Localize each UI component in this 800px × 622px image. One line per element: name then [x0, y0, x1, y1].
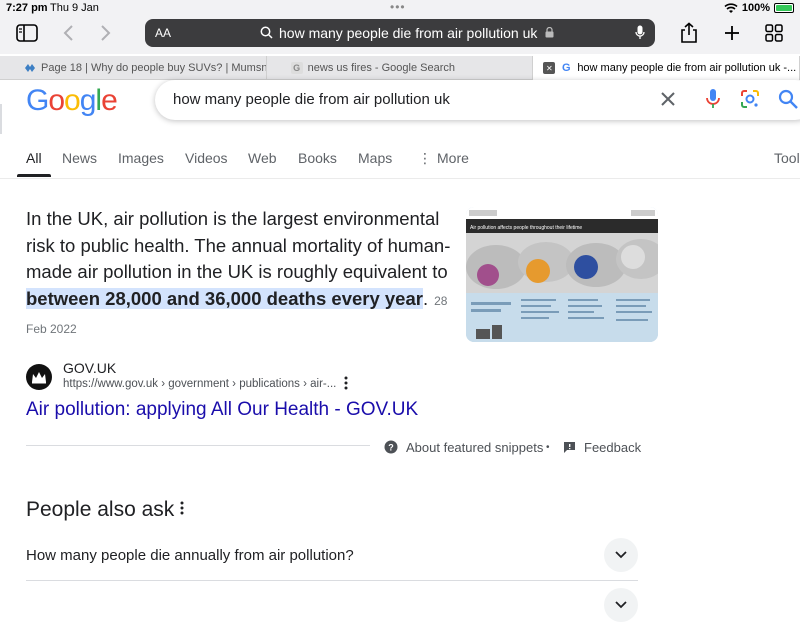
google-lens-icon[interactable]	[739, 88, 761, 115]
svg-text:?: ?	[388, 443, 394, 453]
help-icon: ?	[384, 440, 398, 454]
status-bar: 7:27 pm Thu 9 Jan ••• 100%	[0, 0, 800, 16]
new-tab-icon[interactable]	[723, 16, 741, 50]
google-favicon-icon: G	[562, 62, 571, 74]
paa-options-icon[interactable]	[180, 501, 184, 520]
result-source[interactable]: GOV.UK https://www.gov.uk › government ›…	[26, 360, 446, 396]
source-name: GOV.UK	[63, 360, 117, 376]
browser-toolbar: AA how many people die from air pollutio…	[0, 16, 800, 54]
voice-search-icon[interactable]	[705, 88, 721, 115]
google-logo-letter: G	[26, 84, 49, 117]
search-nav: All News Images Videos Web Books Maps ⋮ M…	[0, 146, 800, 179]
about-featured-snippets[interactable]: ? About featured snippets	[384, 438, 543, 456]
chevron-down-icon[interactable]	[604, 538, 638, 572]
snippet-divider	[26, 445, 370, 446]
back-icon[interactable]	[62, 16, 74, 50]
nav-tools[interactable]: Tool	[774, 150, 800, 166]
more-dots-icon: ⋮	[418, 150, 432, 166]
forward-icon[interactable]	[100, 16, 112, 50]
feedback-icon	[564, 441, 575, 453]
tab-bar: Page 18 | Why do people buy SUVs? | Mums…	[0, 56, 800, 80]
search-input[interactable]: how many people die from air pollution u…	[173, 91, 450, 108]
tab-current[interactable]: ✕ G how many people die from air polluti…	[533, 56, 800, 80]
status-date: Thu 9 Jan	[50, 2, 99, 14]
google-favicon-icon: G	[290, 62, 303, 74]
nav-maps[interactable]: Maps	[358, 150, 392, 166]
google-logo-letter: e	[101, 84, 118, 117]
tab-mumsnet[interactable]: Page 18 | Why do people buy SUVs? | Mums…	[0, 56, 267, 80]
google-header: Google how many people die from air poll…	[0, 80, 800, 136]
wifi-icon	[724, 2, 738, 13]
source-url: https://www.gov.uk › government › public…	[63, 378, 337, 390]
page-edge-divider	[0, 104, 2, 134]
nav-images[interactable]: Images	[118, 150, 164, 166]
multitasking-dots-icon[interactable]: •••	[390, 0, 406, 14]
nav-active-indicator	[17, 174, 51, 177]
result-options-icon[interactable]	[344, 376, 348, 395]
tab-news-us-fires[interactable]: G news us fires - Google Search	[267, 56, 534, 80]
nav-news[interactable]: News	[62, 150, 97, 166]
status-time: 7:27 pm	[6, 2, 48, 14]
nav-videos[interactable]: Videos	[185, 150, 228, 166]
paa-divider	[26, 580, 638, 581]
gov-uk-crown-icon	[26, 364, 52, 390]
tab-overview-icon[interactable]	[764, 16, 784, 50]
search-submit-icon[interactable]	[777, 88, 799, 115]
paa-question-1[interactable]: How many people die annually from air po…	[26, 547, 354, 564]
battery-percent: 100%	[741, 2, 770, 14]
search-icon	[260, 26, 273, 44]
reader-aa-button[interactable]: AA	[155, 26, 171, 40]
google-logo-letter: o	[48, 84, 65, 117]
search-box[interactable]: how many people die from air pollution u…	[155, 80, 800, 120]
feedback-button[interactable]: Feedback	[563, 438, 641, 456]
snippet-highlight: between 28,000 and 36,000 deaths every y…	[26, 287, 423, 309]
result-title-link[interactable]: Air pollution: applying All Our Health -…	[26, 399, 418, 421]
google-logo-letter: g	[79, 84, 97, 117]
microphone-icon[interactable]	[635, 25, 645, 46]
chevron-down-icon[interactable]	[604, 588, 638, 622]
sidebar-icon[interactable]	[16, 16, 38, 50]
status-right: 100%	[724, 2, 794, 14]
google-logo[interactable]: Google	[26, 84, 118, 118]
address-bar[interactable]: AA how many people die from air pollutio…	[145, 19, 655, 47]
nav-all[interactable]: All	[26, 150, 42, 166]
thumbnail-title: Air pollution affects people throughout …	[470, 225, 582, 231]
nav-books[interactable]: Books	[298, 150, 337, 166]
battery-icon	[774, 3, 794, 13]
share-icon[interactable]	[680, 16, 698, 50]
footer-separator: •	[546, 441, 550, 453]
close-tab-icon[interactable]: ✕	[543, 62, 556, 74]
nav-web[interactable]: Web	[248, 150, 277, 166]
address-text: how many people die from air pollution u…	[279, 25, 554, 41]
google-logo-letter: o	[64, 84, 81, 117]
mumsnet-favicon-icon	[24, 62, 36, 74]
nav-more[interactable]: ⋮ More	[418, 150, 469, 167]
lock-icon	[545, 26, 554, 38]
featured-snippet-text: In the UK, air pollution is the largest …	[26, 208, 451, 336]
people-also-ask-title: People also ask	[26, 498, 175, 521]
snippet-thumbnail[interactable]: Air pollution affects people throughout …	[466, 207, 658, 342]
clear-icon[interactable]	[657, 88, 679, 115]
